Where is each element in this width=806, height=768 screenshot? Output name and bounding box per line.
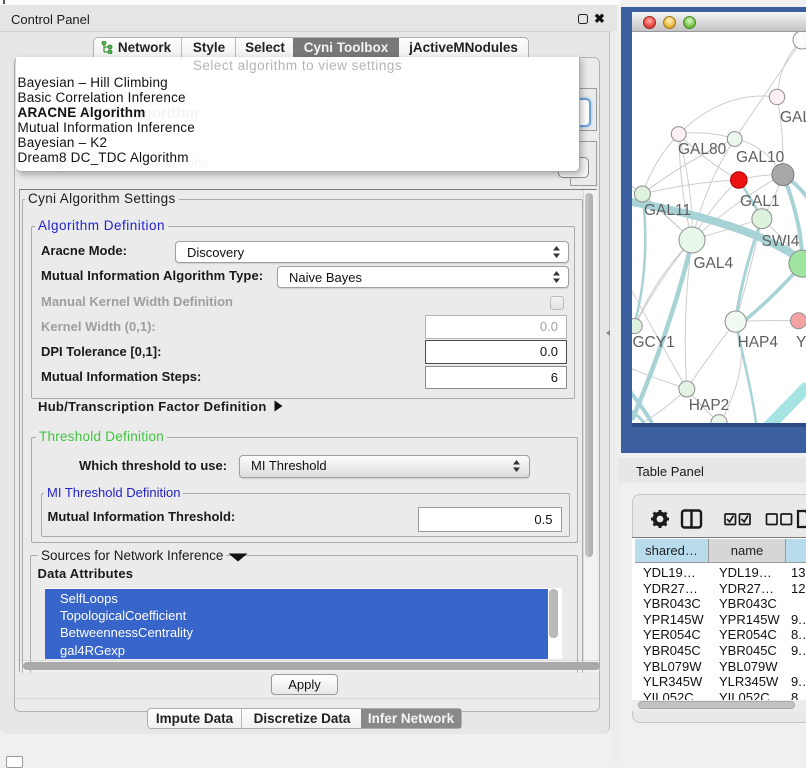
svg-text:Y: Y: [796, 334, 806, 351]
svg-text:SWI4: SWI4: [762, 233, 800, 250]
svg-text:GAL1: GAL1: [740, 193, 780, 210]
svg-text:GAL10: GAL10: [736, 149, 785, 166]
svg-text:GAL11: GAL11: [644, 202, 691, 219]
svg-text:GAL7: GAL7: [780, 109, 806, 126]
svg-text:GCY1: GCY1: [633, 334, 675, 351]
svg-text:HAP2: HAP2: [689, 397, 730, 414]
svg-text:GAL4: GAL4: [694, 255, 734, 272]
svg-text:HAP4: HAP4: [738, 334, 779, 351]
svg-text:GAL80: GAL80: [678, 141, 727, 158]
